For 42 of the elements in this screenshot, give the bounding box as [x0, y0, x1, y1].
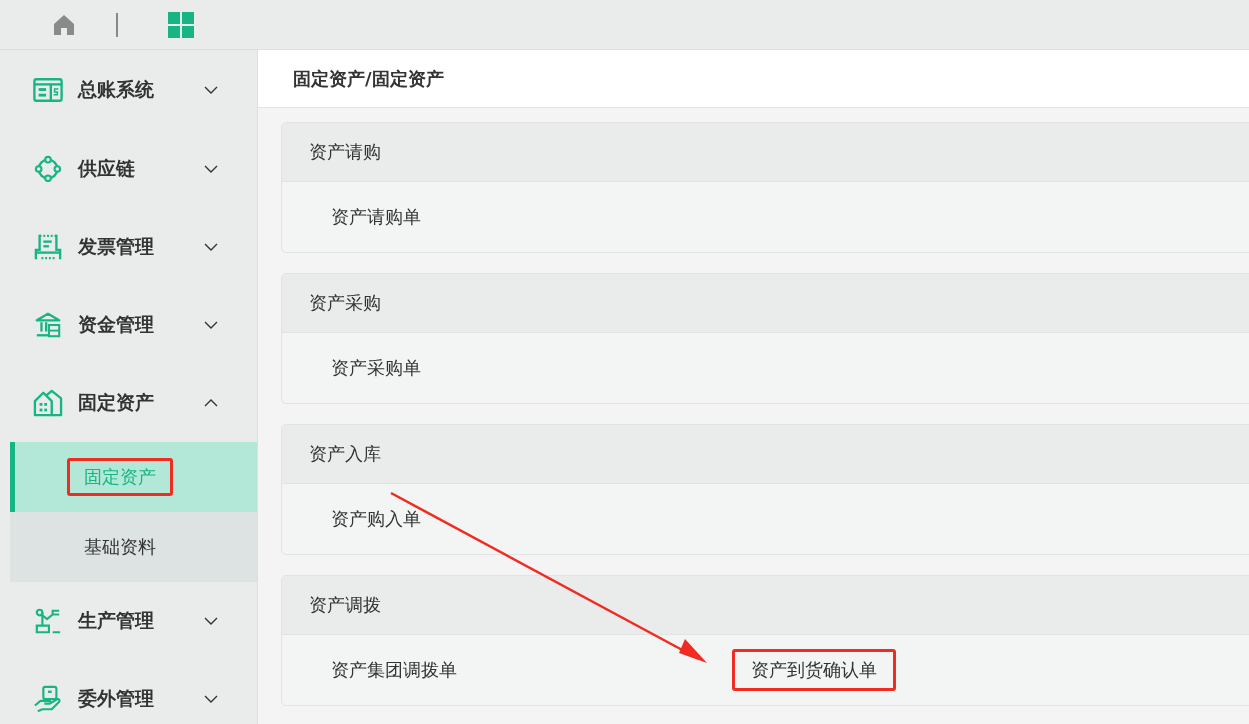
buildings-icon: [33, 389, 63, 417]
menu-item[interactable]: 生产管理: [0, 582, 257, 660]
menu-link[interactable]: 资产请购单: [312, 196, 440, 238]
chevron-icon[interactable]: [204, 165, 218, 173]
card-title: 资产入库: [309, 442, 381, 466]
menu-item[interactable]: 发票管理: [0, 208, 257, 286]
chevron-icon[interactable]: [204, 86, 218, 94]
chevron-icon[interactable]: [204, 243, 218, 251]
menu-label: 供应链: [78, 156, 136, 181]
hand-icon: [33, 685, 63, 713]
menu-item[interactable]: 资金管理: [0, 286, 257, 364]
menu-label: 委外管理: [78, 686, 155, 711]
card-title: 资产采购: [309, 291, 381, 315]
menu-label: 生产管理: [78, 608, 155, 633]
ledger-icon: [33, 76, 63, 104]
card-title: 资产请购: [309, 140, 381, 164]
submenu-label: 固定资产: [67, 458, 173, 496]
menu-label: 资金管理: [78, 312, 155, 337]
menu-link[interactable]: 资产采购单: [312, 347, 440, 389]
breadcrumb: 固定资产/固定资产: [293, 66, 444, 91]
network-icon: [33, 155, 63, 183]
menu-link[interactable]: 资产集团调拨单: [312, 649, 476, 691]
chevron-icon[interactable]: [204, 617, 218, 625]
home-icon[interactable]: [52, 12, 76, 37]
submenu-item[interactable]: 基础资料: [10, 512, 257, 582]
menu-label: 固定资产: [78, 390, 155, 415]
menu-item[interactable]: 固定资产: [0, 364, 257, 442]
menu-link[interactable]: 资产购入单: [312, 498, 440, 540]
menu-item[interactable]: 委外管理: [0, 660, 257, 724]
menu-item[interactable]: 总账系统: [0, 50, 257, 130]
menu-label: 发票管理: [78, 234, 155, 259]
menu-item[interactable]: 供应链: [0, 130, 257, 208]
submenu-label: 基础资料: [83, 535, 157, 559]
receipt-icon: [33, 233, 63, 261]
bank-icon: [33, 311, 63, 339]
chevron-icon[interactable]: [204, 321, 218, 329]
robot-arm-icon: [33, 607, 63, 635]
menu-link[interactable]: 资产到货确认单: [732, 649, 896, 691]
card-title: 资产调拨: [309, 593, 381, 617]
menu-label: 总账系统: [78, 77, 155, 102]
chevron-icon[interactable]: [204, 399, 218, 407]
chevron-icon[interactable]: [204, 695, 218, 703]
